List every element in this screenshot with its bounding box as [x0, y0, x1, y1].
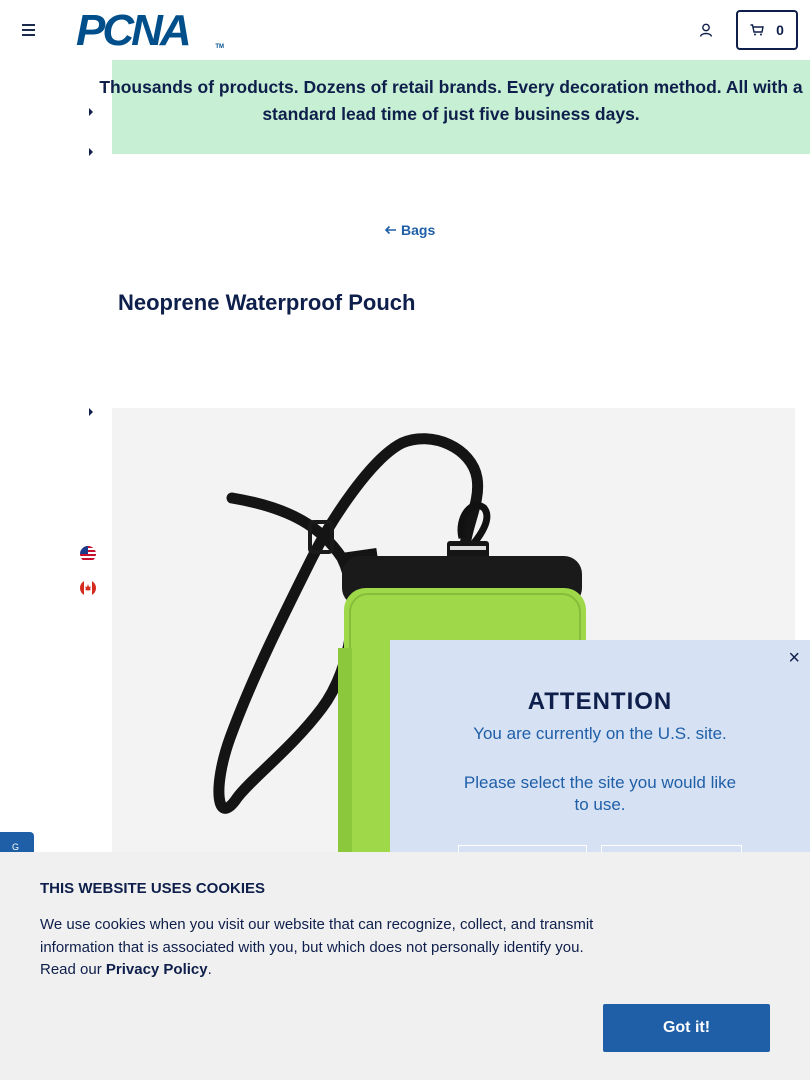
- modal-title: ATTENTION: [527, 688, 673, 715]
- promo-banner-text: Thousands of products. Dozens of retail …: [99, 77, 803, 124]
- chevron-right-icon[interactable]: [88, 407, 94, 417]
- cart-button[interactable]: 0: [736, 10, 798, 50]
- close-icon[interactable]: ×: [788, 648, 800, 668]
- modal-select-prompt: Please select the site you would like to…: [463, 773, 737, 814]
- site-header: PCNA TM 0: [0, 0, 810, 60]
- us-flag-icon[interactable]: [80, 546, 96, 562]
- breadcrumb-back-link[interactable]: Bags: [384, 222, 435, 238]
- canada-flag-icon[interactable]: [80, 580, 96, 596]
- site-select-modal: × ATTENTION You are currently on the U.S…: [390, 640, 810, 875]
- chevron-right-icon[interactable]: [88, 147, 94, 157]
- cookie-title: THIS WEBSITE USES COOKIES: [40, 880, 266, 897]
- pcna-logo[interactable]: PCNA TM: [76, 6, 226, 55]
- modal-current-site-text: You are currently on the U.S. site.: [473, 724, 727, 743]
- privacy-policy-link[interactable]: Privacy Policy: [106, 961, 208, 978]
- cookie-text-end: .: [207, 961, 212, 978]
- account-icon[interactable]: [698, 22, 714, 38]
- cart-count: 0: [776, 22, 784, 38]
- logo-wordmark: PCNA: [76, 6, 192, 55]
- cart-icon: [750, 24, 764, 36]
- menu-icon[interactable]: [22, 24, 35, 36]
- product-title: Neoprene Waterproof Pouch: [118, 290, 416, 315]
- promo-banner: Thousands of products. Dozens of retail …: [99, 60, 810, 154]
- cookie-banner: THIS WEBSITE USES COOKIES We use cookies…: [0, 852, 810, 1080]
- breadcrumb-label: Bags: [401, 222, 436, 238]
- chevron-right-icon[interactable]: [88, 107, 94, 117]
- arrow-left-icon: [384, 225, 396, 235]
- logo-trademark: TM: [215, 44, 224, 50]
- accept-cookies-button[interactable]: Got it!: [603, 1004, 770, 1052]
- side-tab-label: G: [12, 842, 20, 852]
- cookie-text: We use cookies when you visit our websit…: [40, 914, 610, 982]
